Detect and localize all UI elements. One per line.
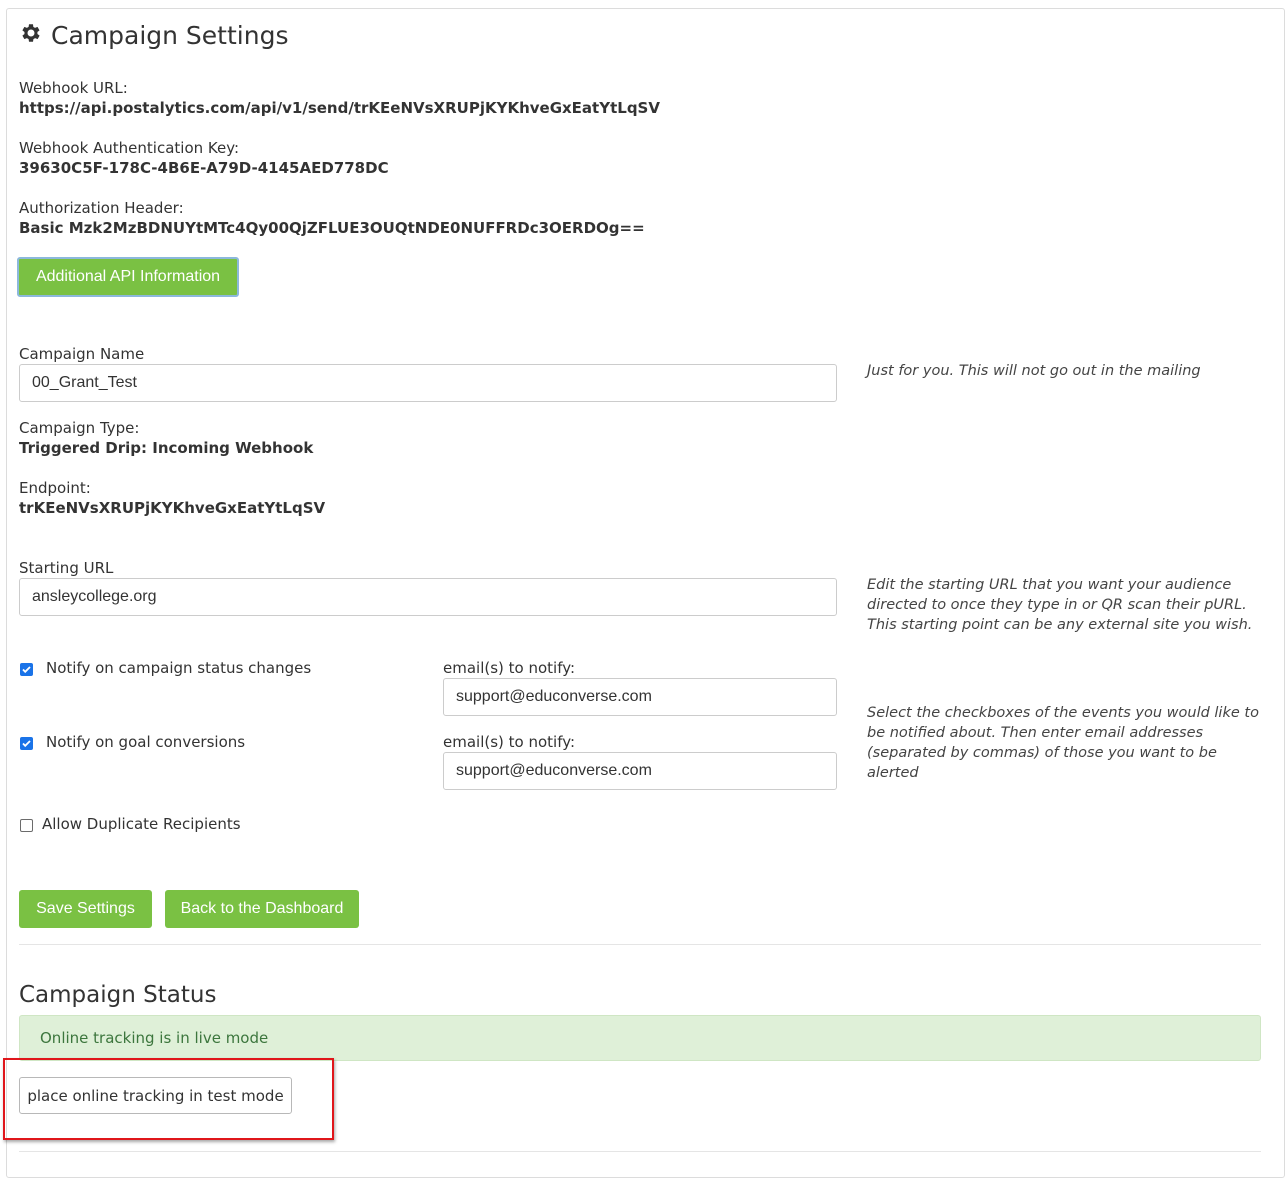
page-header: Campaign Settings — [19, 18, 288, 52]
campaign-type-label: Campaign Type: — [19, 419, 140, 437]
additional-api-info-button[interactable]: Additional API Information — [17, 257, 239, 297]
highlight-box — [3, 1058, 334, 1140]
endpoint-value: trKEeNVsXRUPjKYKhveGxEatYtLqSV — [19, 499, 326, 517]
back-to-dashboard-button[interactable]: Back to the Dashboard — [165, 890, 359, 928]
endpoint-label: Endpoint: — [19, 479, 91, 497]
campaign-type-value: Triggered Drip: Incoming Webhook — [19, 439, 314, 457]
divider — [19, 944, 1261, 945]
status-email-label: email(s) to notify: — [443, 659, 576, 677]
notify-goal-checkbox[interactable] — [20, 737, 33, 750]
save-settings-button[interactable]: Save Settings — [19, 890, 152, 928]
tracking-status-alert: Online tracking is in live mode — [19, 1015, 1261, 1061]
page-title: Campaign Settings — [51, 20, 289, 50]
goal-email-label: email(s) to notify: — [443, 733, 576, 751]
starting-url-help: Edit the starting URL that you want your… — [867, 577, 1253, 633]
notify-status-checkbox[interactable] — [20, 663, 33, 676]
gear-icon — [19, 21, 43, 50]
checkmark-icon — [22, 666, 31, 674]
notifications-help: Select the checkboxes of the events you … — [867, 705, 1259, 781]
webhook-url-label: Webhook URL: — [19, 79, 128, 97]
webhook-url-value: https://api.postalytics.com/api/v1/send/… — [19, 99, 660, 117]
auth-header-label: Authorization Header: — [19, 199, 184, 217]
auth-key-label: Webhook Authentication Key: — [19, 139, 240, 157]
allow-duplicates-checkbox[interactable] — [20, 819, 33, 832]
notify-goal-label: Notify on goal conversions — [46, 733, 246, 751]
campaign-name-label: Campaign Name — [19, 345, 145, 363]
checkmark-icon — [22, 740, 31, 748]
allow-duplicates-label: Allow Duplicate Recipients — [42, 815, 241, 833]
notify-status-label: Notify on campaign status changes — [46, 659, 312, 677]
auth-key-value: 39630C5F-178C-4B6E-A79D-4145AED778DC — [19, 159, 389, 177]
bottom-divider — [19, 1151, 1261, 1152]
campaign-name-input[interactable]: 00_Grant_Test — [19, 364, 837, 402]
status-email-input[interactable]: support@educonverse.com — [443, 678, 837, 716]
campaign-name-help: Just for you. This will not go out in th… — [867, 363, 1201, 379]
goal-email-input[interactable]: support@educonverse.com — [443, 752, 837, 790]
auth-header-value: Basic Mzk2MzBDNUYtMTc4Qy00QjZFLUE3OUQtND… — [19, 219, 645, 237]
starting-url-input[interactable]: ansleycollege.org — [19, 578, 837, 616]
campaign-status-title: Campaign Status — [19, 982, 217, 1008]
starting-url-label: Starting URL — [19, 559, 114, 577]
